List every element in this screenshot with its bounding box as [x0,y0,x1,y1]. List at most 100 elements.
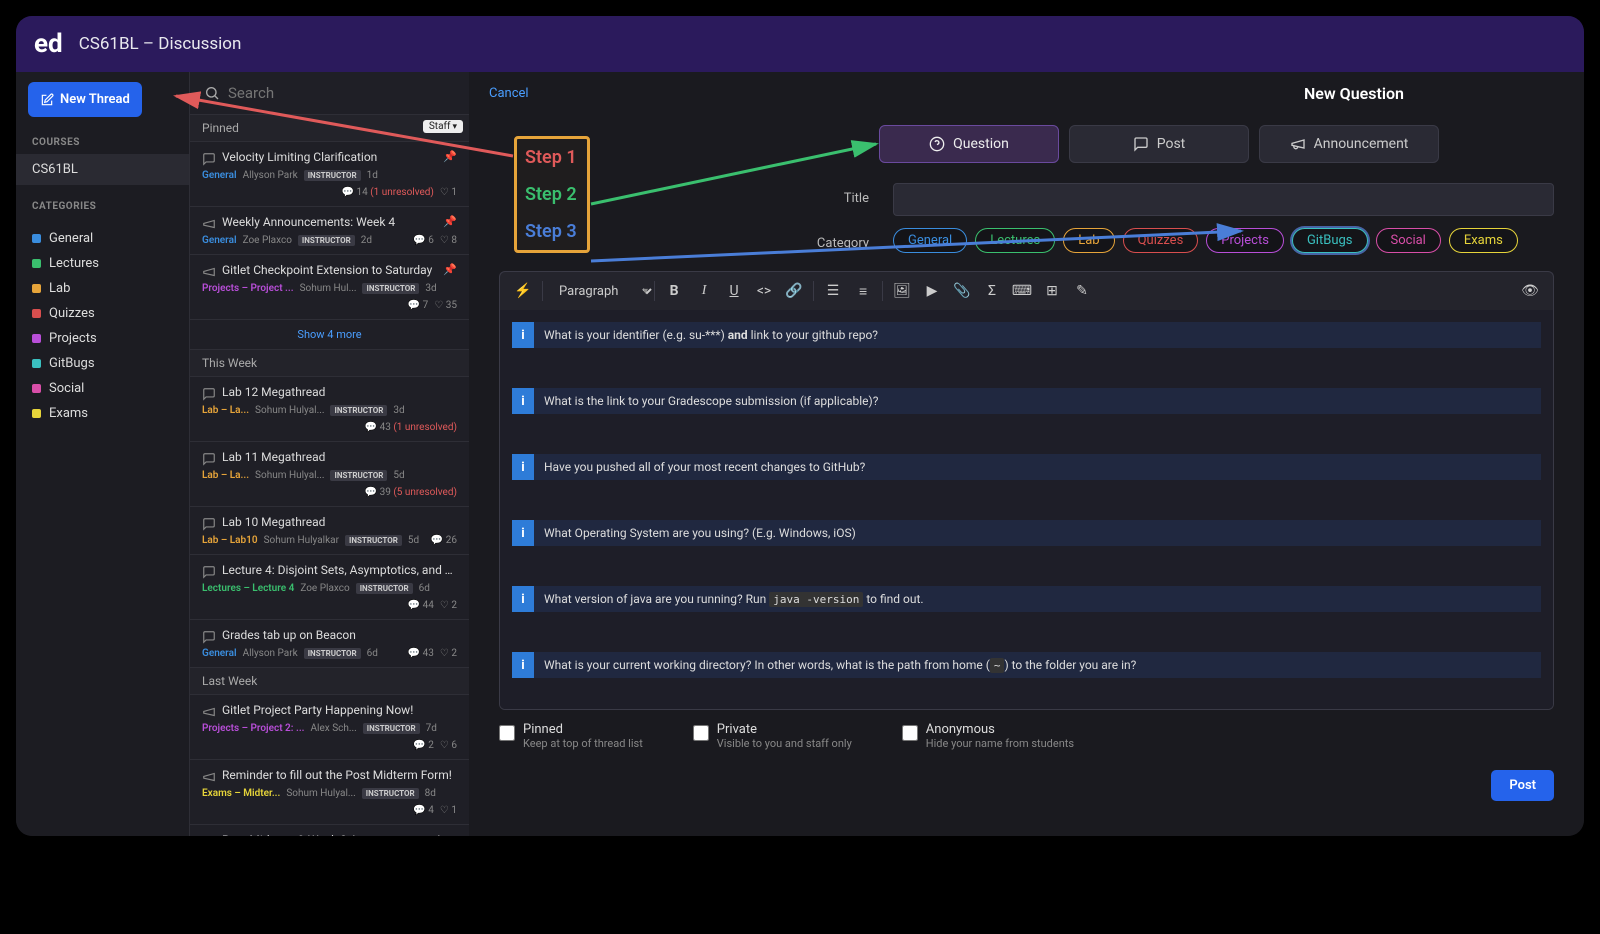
info-block: iWhat version of java are you running? R… [512,586,1541,612]
category-dot [32,384,41,393]
title-input[interactable] [893,183,1554,216]
info-icon: i [512,520,534,546]
announcement-icon [1290,136,1306,152]
number-list-button[interactable]: ≡ [850,278,876,304]
thread-item[interactable]: Velocity Limiting Clarification📌 General… [190,142,469,207]
search-input[interactable] [228,84,455,102]
category-dot [32,234,41,243]
draw-button[interactable]: ✎ [1069,278,1095,304]
image-button[interactable]: 🖼 [889,278,915,304]
thread-item[interactable]: Gitlet Project Party Happening Now! Proj… [190,695,469,760]
italic-button[interactable]: I [691,278,717,304]
thread-item[interactable]: Lab 10 Megathread Lab – Lab10Sohum Hulya… [190,507,469,555]
category-pill-quizzes[interactable]: Quizzes [1123,228,1199,253]
bold-button[interactable]: B [661,278,687,304]
option-pinned-checkbox[interactable] [499,725,515,741]
lightning-icon[interactable]: ⚡ [510,278,536,304]
category-dot [32,359,41,368]
category-pill-gitbugs[interactable]: GitBugs [1292,228,1368,253]
math-button[interactable]: Σ [979,278,1005,304]
sidebar-category-exams[interactable]: Exams [16,401,189,426]
category-dot [32,334,41,343]
thread-list: Staff▾ Pinned Velocity Limiting Clarific… [189,72,469,836]
category-dot [32,309,41,318]
sidebar: New Thread COURSES CS61BL CATEGORIES Gen… [16,72,189,836]
editor-body[interactable]: iWhat is your identifier (e.g. su-***) a… [499,310,1554,710]
info-block: iWhat is the link to your Gradescope sub… [512,388,1541,414]
category-pill-exams[interactable]: Exams [1449,228,1518,253]
info-icon: i [512,652,534,678]
editor-toolbar: ⚡ Paragraph ▾ B I U <> 🔗 ☰ ≡ 🖼 ▶ 📎 Σ ⌨ ⊞ [499,271,1554,310]
thread-item[interactable]: Gitlet Checkpoint Extension to Saturday📌… [190,255,469,320]
pin-icon: 📌 [443,215,457,228]
sidebar-category-social[interactable]: Social [16,376,189,401]
category-dot [32,284,41,293]
bullet-list-button[interactable]: ☰ [820,278,846,304]
link-button[interactable]: 🔗 [781,278,807,304]
thread-item[interactable]: Lab 12 Megathread Lab – La...Sohum Hulya… [190,377,469,442]
category-label: Category [499,228,879,251]
sidebar-category-projects[interactable]: Projects [16,326,189,351]
title-label: Title [499,183,879,206]
new-thread-button[interactable]: New Thread [28,82,142,117]
category-pill-general[interactable]: General [893,228,967,253]
post-icon [1133,136,1149,152]
new-thread-label: New Thread [60,92,130,107]
sidebar-category-quizzes[interactable]: Quizzes [16,301,189,326]
post-button[interactable]: Post [1491,770,1554,801]
courses-header: COURSES [16,131,189,154]
option-private-checkbox[interactable] [693,725,709,741]
cancel-link[interactable]: Cancel [489,86,529,101]
video-button[interactable]: ▶ [919,278,945,304]
sidebar-course-item[interactable]: CS61BL [16,154,189,185]
logo: ed [34,29,63,59]
course-title: CS61BL – Discussion [79,34,242,54]
tab-announcement[interactable]: Announcement [1259,125,1439,163]
thread-item[interactable]: Post Midterm & Week 3 Announcements! Gen… [190,825,469,836]
sidebar-category-lectures[interactable]: Lectures [16,251,189,276]
edit-icon [40,93,54,107]
tab-question[interactable]: Question [879,125,1059,163]
section-header: Last Week [190,668,469,695]
thread-item[interactable]: Lecture 4: Disjoint Sets, Asymptotics, a… [190,555,469,620]
search-icon [204,85,220,101]
tab-post[interactable]: Post [1069,125,1249,163]
question-icon [929,136,945,152]
category-pill-social[interactable]: Social [1376,228,1441,253]
preview-button[interactable]: 👁 [1517,278,1543,304]
staff-badge[interactable]: Staff▾ [423,120,463,133]
thread-item[interactable]: Reminder to fill out the Post Midterm Fo… [190,760,469,825]
info-icon: i [512,454,534,480]
new-question-heading: New Question [1304,84,1404,103]
option-anonymous-checkbox[interactable] [902,725,918,741]
category-dot [32,259,41,268]
info-icon: i [512,388,534,414]
sidebar-category-gitbugs[interactable]: GitBugs [16,351,189,376]
thread-item[interactable]: Weekly Announcements: Week 4📌 GeneralZoe… [190,207,469,255]
info-block: iWhat is your identifier (e.g. su-***) a… [512,322,1541,348]
thread-item[interactable]: Lab 11 Megathread Lab – La...Sohum Hulya… [190,442,469,507]
category-pill-projects[interactable]: Projects [1206,228,1284,253]
codeblock-button[interactable]: ⌨ [1009,278,1035,304]
pin-icon: 📌 [443,150,457,163]
underline-button[interactable]: U [721,278,747,304]
info-block: iWhat Operating System are you using? (E… [512,520,1541,546]
pin-icon: 📌 [443,263,457,276]
sidebar-category-lab[interactable]: Lab [16,276,189,301]
categories-header: CATEGORIES [16,195,189,218]
category-pill-lectures[interactable]: Lectures [975,228,1055,253]
category-pill-lab[interactable]: Lab [1063,228,1114,253]
info-icon: i [512,322,534,348]
embed-button[interactable]: ⊞ [1039,278,1065,304]
content-pane: Cancel New Question Question Post Announ… [469,72,1584,836]
show-more-link[interactable]: Show 4 more [190,320,469,350]
info-block: iWhat is your current working directory?… [512,652,1541,678]
attach-button[interactable]: 📎 [949,278,975,304]
info-block: iHave you pushed all of your most recent… [512,454,1541,480]
thread-item[interactable]: Grades tab up on Beacon GeneralAllyson P… [190,620,469,668]
sidebar-category-general[interactable]: General [16,226,189,251]
category-dot [32,409,41,418]
code-button[interactable]: <> [751,278,777,304]
section-header: This Week [190,350,469,377]
format-select[interactable]: Paragraph [549,281,655,302]
